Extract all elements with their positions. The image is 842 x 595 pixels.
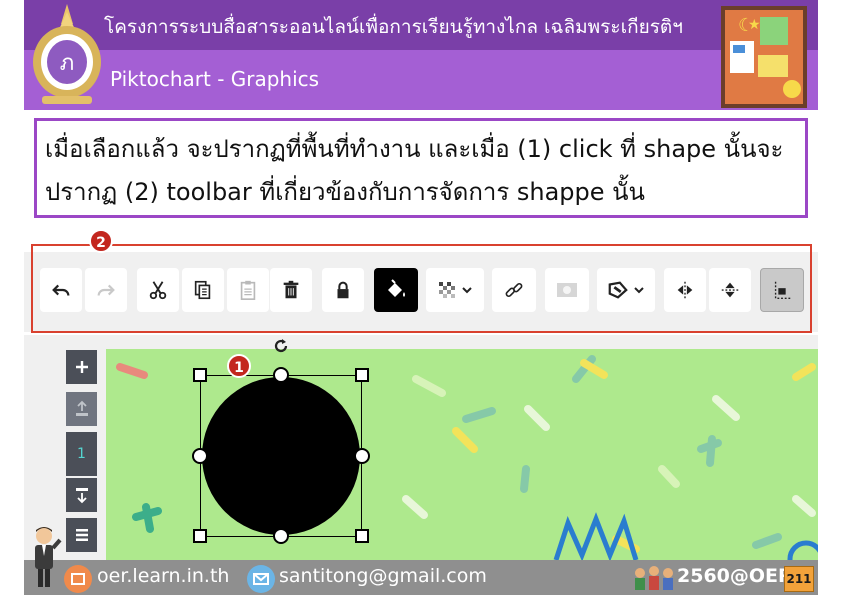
resize-handle-top-left[interactable] (193, 368, 207, 382)
header-title: โครงการระบบสื่อสาระออนไลน์เพื่อการเรียนร… (104, 16, 683, 38)
globe-icon (64, 565, 92, 593)
move-block-down-button[interactable] (66, 478, 97, 512)
royal-emblem-logo: ภ (33, 4, 101, 104)
resize-handle-bottom-right[interactable] (355, 529, 369, 543)
description-box: เมื่อเลือกแล้ว จะปรากฏที่พื้นที่ทำงาน แล… (34, 118, 808, 218)
footer-tag: 2560@OER (677, 565, 793, 587)
people-group-icon (635, 566, 673, 590)
svg-text:★: ★ (748, 17, 761, 33)
marker-1: 1 (227, 354, 251, 378)
slide: โครงการระบบสื่อสาระออนไลน์เพื่อการเรียนร… (0, 0, 842, 595)
add-block-button[interactable] (66, 350, 97, 384)
toolbar-highlight-frame (31, 244, 812, 333)
block-menu-icon (75, 529, 88, 541)
description-line-2: ปรากฏ (2) toolbar ที่เกี่ยวข้องกับการจัด… (45, 178, 645, 206)
marker-2: 2 (89, 229, 113, 253)
footer-email[interactable]: santitong@gmail.com (279, 565, 487, 587)
resize-handle-left[interactable] (192, 448, 208, 464)
description-line-1: เมื่อเลือกแล้ว จะปรากฏที่พื้นที่ทำงาน แล… (45, 135, 784, 163)
resize-handle-right[interactable] (354, 448, 370, 464)
slide-page-number: 211 (784, 566, 814, 592)
move-up-icon (75, 400, 88, 416)
presenter-figure (35, 527, 62, 587)
email-icon (247, 565, 275, 593)
block-menu-button[interactable] (66, 518, 97, 552)
header-subtitle: Piktochart - Graphics (110, 67, 320, 91)
move-block-up-button[interactable] (66, 392, 97, 426)
resize-handle-bottom[interactable] (273, 528, 289, 544)
svg-text:ภ: ภ (60, 51, 75, 76)
add-block-icon (75, 361, 88, 373)
bulletin-board-icon: ☾ ★ (721, 6, 807, 108)
move-down-icon (75, 488, 88, 504)
selected-circle-shape[interactable] (202, 377, 360, 535)
rotate-handle-icon[interactable] (271, 336, 291, 356)
resize-handle-bottom-left[interactable] (193, 529, 207, 543)
resize-handle-top[interactable] (273, 367, 289, 383)
page-number: 1 (66, 432, 97, 476)
footer-website[interactable]: oer.learn.in.th (97, 565, 229, 587)
resize-handle-top-right[interactable] (355, 368, 369, 382)
